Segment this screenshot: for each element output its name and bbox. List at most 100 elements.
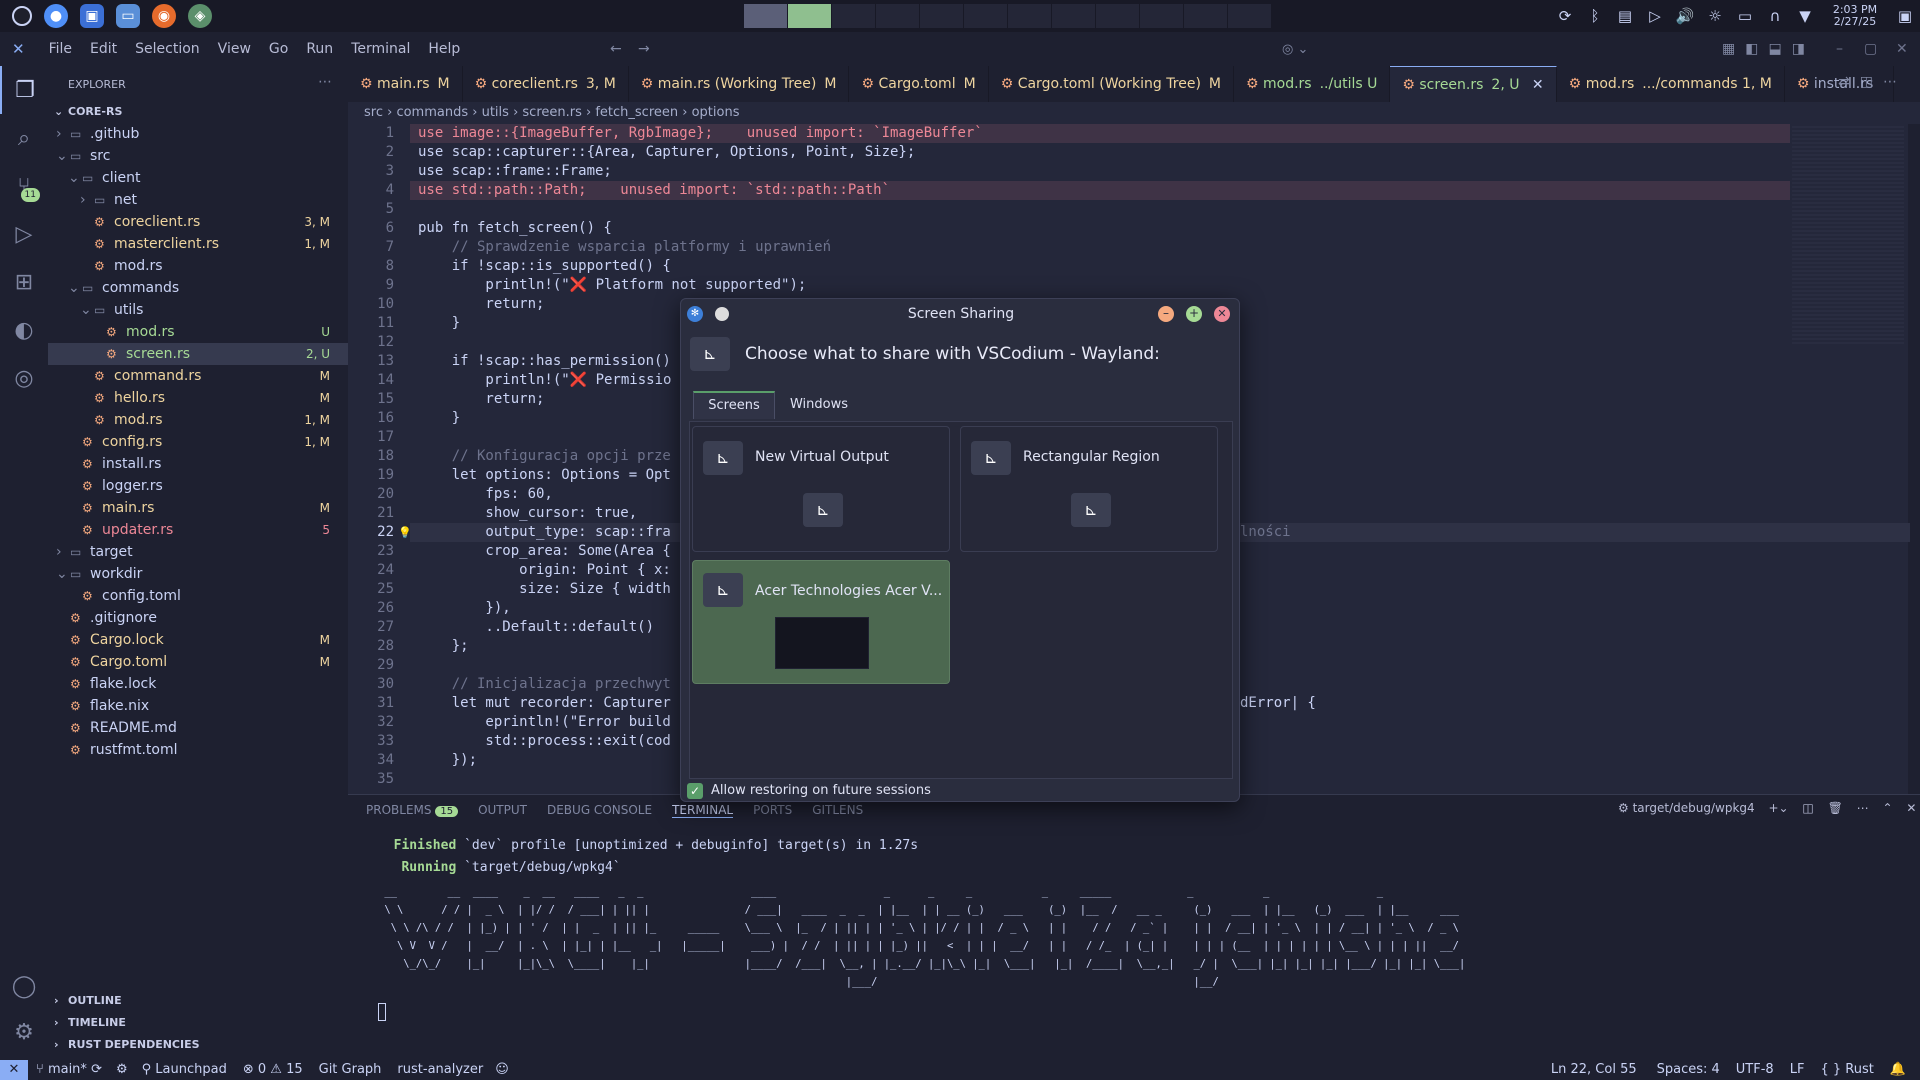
outline-section[interactable]: › OUTLINE xyxy=(48,990,348,1012)
tree-item[interactable]: ⚙ mod.rs U xyxy=(48,321,348,343)
close-panel-icon[interactable]: ✕ xyxy=(1906,801,1916,815)
scrollbar[interactable] xyxy=(1908,124,1920,794)
run-debug-icon[interactable]: ▷ xyxy=(0,210,48,258)
workspace-4[interactable] xyxy=(876,4,919,28)
tree-item[interactable]: ⚙ coreclient.rs 3, M xyxy=(48,211,348,233)
tree-item[interactable]: ⌄ ▭ client xyxy=(48,167,348,189)
lightbulb-icon[interactable]: 💡 xyxy=(398,523,412,542)
menu-view[interactable]: View xyxy=(218,41,251,57)
tree-item[interactable]: ⚙ hello.rs M xyxy=(48,387,348,409)
tree-item[interactable]: ⌄ ▭ utils xyxy=(48,299,348,321)
tree-item[interactable]: › ▭ net xyxy=(48,189,348,211)
feedback-icon[interactable]: ☺ xyxy=(495,1060,509,1080)
cursor-position[interactable]: Ln 22, Col 55 xyxy=(1551,1060,1637,1080)
tree-item[interactable]: ⚙ rustfmt.toml xyxy=(48,739,348,761)
firefox-icon[interactable]: ◉ xyxy=(152,4,176,28)
tree-item[interactable]: ⚙ logger.rs xyxy=(48,475,348,497)
menu-go[interactable]: Go xyxy=(269,41,288,57)
bell-icon[interactable]: 🔔 xyxy=(1890,1060,1906,1080)
toggle-panel-icon[interactable]: ⬓ xyxy=(1768,41,1791,57)
tree-item[interactable]: ⚙ updater.rs 5 xyxy=(48,519,348,541)
panel-more-icon[interactable]: ⋯ xyxy=(1857,801,1869,815)
indentation[interactable]: Spaces: 4 xyxy=(1657,1060,1720,1080)
account-icon[interactable]: ◯ xyxy=(0,962,48,1010)
menu-terminal[interactable]: Terminal xyxy=(351,41,410,57)
notifications-icon[interactable]: ▣ xyxy=(1890,7,1920,25)
tree-item[interactable]: ⚙ Cargo.lock M xyxy=(48,629,348,651)
tree-item[interactable]: ⚙ config.rs 1, M xyxy=(48,431,348,453)
option-rectangular-region[interactable]: ⊾ Rectangular Region ⊾ xyxy=(960,426,1218,552)
tab-output[interactable]: OUTPUT xyxy=(478,803,527,818)
tab-gitlens[interactable]: GITLENS xyxy=(812,803,863,818)
terminal-name[interactable]: target/debug/wpkg4 xyxy=(1633,801,1755,815)
tree-item[interactable]: ⚙ config.toml xyxy=(48,585,348,607)
update-icon[interactable]: ⟳ xyxy=(1550,7,1580,25)
terminal-output[interactable]: Finished `dev` profile [unoptimized + de… xyxy=(378,835,1516,1021)
menu-help[interactable]: Help xyxy=(428,41,460,57)
git-graph-button[interactable]: Git Graph xyxy=(319,1060,382,1080)
breadcrumb-item[interactable]: options xyxy=(692,105,740,120)
tree-item[interactable]: ⚙ flake.nix xyxy=(48,695,348,717)
workspace-8[interactable] xyxy=(1052,4,1095,28)
dialog-tab-windows[interactable]: Windows xyxy=(777,391,861,419)
toggle-sidebar-icon[interactable]: ◧ xyxy=(1745,41,1768,57)
kill-terminal-icon[interactable]: 🗑 xyxy=(1828,801,1843,815)
volume-icon[interactable]: 🔊 xyxy=(1670,7,1700,25)
dialog-tab-screens[interactable]: Screens xyxy=(693,391,775,419)
workspace-1[interactable] xyxy=(744,4,787,28)
minimap[interactable] xyxy=(1792,124,1904,344)
rust-dependencies-section[interactable]: › RUST DEPENDENCIES xyxy=(48,1034,348,1056)
media-play-icon[interactable]: ▷ xyxy=(1640,7,1670,25)
tab-problems[interactable]: PROBLEMS 15 xyxy=(366,803,459,818)
customize-layout-icon[interactable]: ▦ xyxy=(1722,41,1745,57)
tab-ports[interactable]: PORTS xyxy=(753,803,792,818)
debug-icon[interactable]: ⚙ xyxy=(116,1060,128,1080)
vscodium-app-icon[interactable]: ◈ xyxy=(188,4,212,28)
dialog-minimize-button[interactable]: – xyxy=(1158,306,1174,322)
toggle-secondary-sidebar-icon[interactable]: ◨ xyxy=(1792,41,1815,57)
branch-indicator[interactable]: ⑂ main* ⟳ xyxy=(36,1060,102,1080)
dialog-close-button[interactable]: ✕ xyxy=(1214,306,1230,322)
workspace-7[interactable] xyxy=(1008,4,1051,28)
tab-mod-rs[interactable]: ⚙ mod.rs ../utils U xyxy=(1234,66,1391,102)
menu-selection[interactable]: Selection xyxy=(135,41,200,57)
breadcrumb-item[interactable]: src xyxy=(364,105,383,120)
clock[interactable]: 2:03 PM 2/27/25 xyxy=(1820,4,1890,28)
tab-debug-console[interactable]: DEBUG CONSOLE xyxy=(547,803,652,818)
option-acer-monitor[interactable]: ⊾ Acer Technologies Acer V... xyxy=(692,560,950,684)
new-terminal-icon[interactable]: +⌄ xyxy=(1768,801,1788,815)
tree-item[interactable]: ⚙ screen.rs 2, U xyxy=(48,343,348,365)
menu-edit[interactable]: Edit xyxy=(90,41,117,57)
tree-item[interactable]: ⚙ main.rs M xyxy=(48,497,348,519)
maximize-panel-icon[interactable]: ⌃ xyxy=(1882,801,1892,815)
breadcrumb-item[interactable]: fetch_screen xyxy=(595,105,678,120)
chat-app-icon[interactable]: ● xyxy=(44,4,68,28)
copilot-icon[interactable]: ◎ ⌄ xyxy=(1282,42,1308,57)
headset-icon[interactable]: ∩ xyxy=(1760,7,1790,25)
tree-item[interactable]: ⚙ .gitignore xyxy=(48,607,348,629)
workspace-switcher[interactable] xyxy=(744,4,1272,28)
workspace-3[interactable] xyxy=(832,4,875,28)
bluetooth-icon[interactable]: ᛒ xyxy=(1580,7,1610,25)
explorer-root[interactable]: ⌄ CORE-RS xyxy=(48,101,348,123)
nav-back-icon[interactable]: ← xyxy=(610,41,622,57)
remote-indicator-icon[interactable]: ✕ xyxy=(0,1060,28,1080)
tree-item[interactable]: ⚙ mod.rs xyxy=(48,255,348,277)
workspace-6[interactable] xyxy=(964,4,1007,28)
store-app-icon[interactable]: ▣ xyxy=(80,4,104,28)
launchpad-indicator[interactable]: ⚲ Launchpad xyxy=(142,1060,227,1080)
split-editor-icon[interactable]: ◫ xyxy=(1860,74,1883,90)
tree-item[interactable]: ⌄ ▭ src xyxy=(48,145,348,167)
menu-file[interactable]: File xyxy=(49,41,72,57)
wifi-icon[interactable]: ▼ xyxy=(1790,7,1820,25)
more-actions-icon[interactable]: ⋯ xyxy=(1883,74,1907,90)
tab-cargo-toml[interactable]: ⚙ Cargo.toml M xyxy=(849,66,989,102)
nav-forward-icon[interactable]: → xyxy=(638,41,650,57)
tab-main-rs[interactable]: ⚙ main.rs M xyxy=(348,66,463,102)
tree-item[interactable]: ⌄ ▭ workdir xyxy=(48,563,348,585)
window-maximize-icon[interactable]: ▢ xyxy=(1864,41,1877,57)
rust-analyzer-status[interactable]: rust-analyzer xyxy=(397,1060,483,1080)
option-new-virtual-output[interactable]: ⊾ New Virtual Output ⊾ xyxy=(692,426,950,552)
tab-coreclient-rs[interactable]: ⚙ coreclient.rs 3, M xyxy=(463,66,629,102)
clipboard-icon[interactable]: ▤ xyxy=(1610,7,1640,25)
